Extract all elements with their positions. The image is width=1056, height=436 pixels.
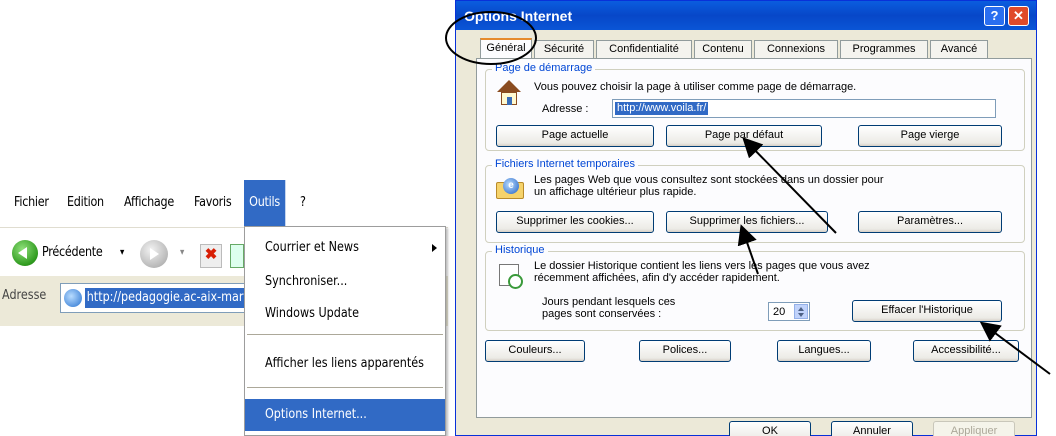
back-arrow-icon[interactable] xyxy=(12,240,38,266)
tab-connexions[interactable]: Connexions xyxy=(754,40,838,58)
history-days-label-2: pages sont conservées : xyxy=(542,308,662,320)
menu-affichage[interactable]: Affichage xyxy=(124,180,174,226)
history-group-title: Historique xyxy=(492,244,548,256)
current-page-button[interactable]: Page actuelle xyxy=(496,125,654,147)
blank-page-button[interactable]: Page vierge xyxy=(858,125,1002,147)
tools-menu: Courrier et News Synchroniser... Windows… xyxy=(244,226,446,436)
accessibility-button[interactable]: Accessibilité... xyxy=(913,340,1019,362)
tab-securite[interactable]: Sécurité xyxy=(534,40,594,58)
menu-separator xyxy=(247,334,443,335)
ok-button[interactable]: OK xyxy=(729,421,811,436)
general-tab-panel: Page de démarrage Vous pouvez choisir la… xyxy=(476,58,1032,418)
address-label: Adresse xyxy=(2,288,47,303)
apply-button: Appliquer xyxy=(933,421,1015,436)
history-days-value: 20 xyxy=(773,306,786,318)
default-page-button[interactable]: Page par défaut xyxy=(666,125,822,147)
ie-window: Fichier Edition Affichage Favoris Outils… xyxy=(0,180,448,436)
refresh-icon[interactable] xyxy=(230,244,244,268)
home-page-group-title: Page de démarrage xyxy=(492,62,596,74)
menu-item-courrier[interactable]: Courrier et News xyxy=(245,233,445,263)
fonts-button[interactable]: Polices... xyxy=(639,340,731,362)
menu-item-windows-update-label: Windows Update xyxy=(265,306,359,321)
home-page-group: Page de démarrage Vous pouvez choisir la… xyxy=(485,62,1025,151)
menu-help[interactable]: ? xyxy=(300,180,306,226)
temp-settings-button[interactable]: Paramètres... xyxy=(858,211,1002,233)
ie-page-icon xyxy=(64,289,82,307)
tab-confidentialite[interactable]: Confidentialité xyxy=(596,40,692,58)
stop-icon: ✖ xyxy=(204,246,218,263)
help-button[interactable]: ? xyxy=(984,6,1005,26)
home-icon xyxy=(496,80,522,106)
title-bar: Options Internet ? ✕ xyxy=(456,1,1036,30)
back-button-label[interactable]: Précédente xyxy=(42,230,103,276)
menu-item-liens-apparentes[interactable]: Afficher les liens apparentés xyxy=(245,349,445,379)
menu-item-windows-update[interactable]: Windows Update xyxy=(245,299,445,329)
home-address-value: http://www.voila.fr/ xyxy=(615,102,709,115)
history-group: Historique Le dossier Historique contien… xyxy=(485,244,1025,331)
temp-files-description-2: un affichage ultérieur plus rapide. xyxy=(534,186,697,198)
stop-button[interactable]: ✖ xyxy=(200,244,222,268)
tab-programmes[interactable]: Programmes xyxy=(840,40,928,58)
home-address-input[interactable]: http://www.voila.fr/ xyxy=(612,99,996,118)
forward-dropdown-icon[interactable]: ▾ xyxy=(180,230,184,276)
home-page-description: Vous pouvez choisir la page à utiliser c… xyxy=(534,81,857,93)
menu-item-options-internet-label: Options Internet... xyxy=(265,407,367,422)
forward-arrow-icon[interactable] xyxy=(140,240,168,268)
tab-avance[interactable]: Avancé xyxy=(930,40,988,58)
back-dropdown-icon[interactable]: ▾ xyxy=(120,230,124,276)
delete-cookies-button[interactable]: Supprimer les cookies... xyxy=(496,211,654,233)
dialog-title: Options Internet xyxy=(464,8,573,24)
address-field-label: Adresse : xyxy=(542,103,589,115)
tab-contenu[interactable]: Contenu xyxy=(694,40,752,58)
spinner-arrows-icon[interactable] xyxy=(794,304,808,319)
submenu-arrow-icon xyxy=(432,244,437,252)
clear-history-button[interactable]: Effacer l'Historique xyxy=(852,300,1002,322)
menu-outils[interactable]: Outils xyxy=(244,180,286,226)
menu-item-courrier-label: Courrier et News xyxy=(265,240,359,255)
temp-files-group-title: Fichiers Internet temporaires xyxy=(492,158,638,170)
tab-general[interactable]: Général xyxy=(480,38,532,59)
close-button[interactable]: ✕ xyxy=(1008,6,1029,26)
cancel-button[interactable]: Annuler xyxy=(831,421,913,436)
history-icon xyxy=(496,262,524,290)
history-description-2: récemment affichées, afin d'y accéder ra… xyxy=(534,272,780,284)
menu-favoris[interactable]: Favoris xyxy=(194,180,232,226)
menu-edition[interactable]: Edition xyxy=(67,180,104,226)
colors-button[interactable]: Couleurs... xyxy=(485,340,585,362)
menu-item-options-internet[interactable]: Options Internet... xyxy=(245,399,445,431)
languages-button[interactable]: Langues... xyxy=(777,340,871,362)
tab-strip: Général Sécurité Confidentialité Contenu… xyxy=(476,38,1032,59)
delete-files-button[interactable]: Supprimer les fichiers... xyxy=(666,211,828,233)
menu-separator xyxy=(247,387,443,388)
address-url: http://pedagogie.ac-aix-mars xyxy=(85,288,251,308)
menu-bar: Fichier Edition Affichage Favoris Outils… xyxy=(0,180,448,228)
menu-fichier[interactable]: Fichier xyxy=(14,180,49,226)
address-input[interactable]: http://pedagogie.ac-aix-mars xyxy=(60,283,251,313)
temp-files-group: Fichiers Internet temporaires e Les page… xyxy=(485,158,1025,243)
temp-folder-ie-icon: e xyxy=(496,176,526,200)
options-internet-dialog: Options Internet ? ✕ Général Sécurité Co… xyxy=(455,0,1037,436)
menu-item-synchroniser-label: Synchroniser... xyxy=(265,274,348,289)
history-days-spinner[interactable]: 20 xyxy=(768,302,810,321)
menu-item-synchroniser[interactable]: Synchroniser... xyxy=(245,267,445,297)
menu-item-liens-apparentes-label: Afficher les liens apparentés xyxy=(265,356,424,371)
